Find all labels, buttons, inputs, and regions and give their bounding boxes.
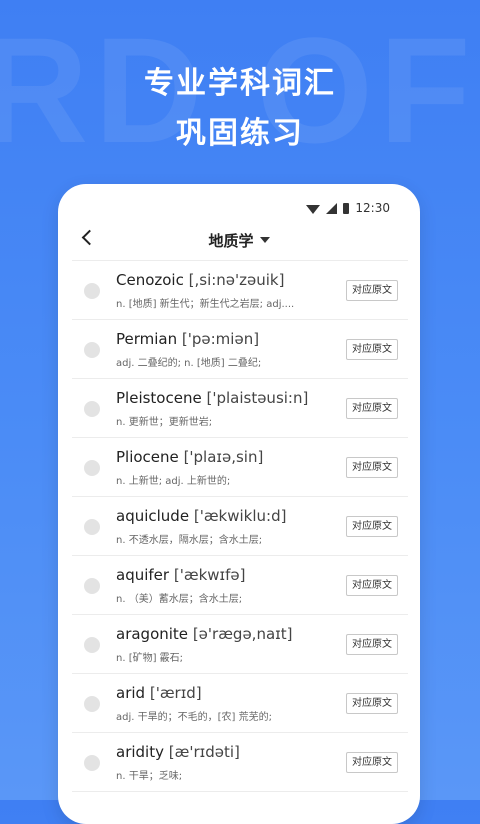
word-term: Permian <box>116 330 178 348</box>
word-definition: adj. 二叠纪的; n. [地质] 二叠纪; <box>116 358 262 369</box>
select-radio[interactable] <box>84 696 100 712</box>
word-phonetic: [æ'rɪdəti] <box>168 743 240 761</box>
view-original-button[interactable]: 对应原文 <box>346 693 398 714</box>
caret-down-icon <box>259 237 270 243</box>
word-row[interactable]: Cenozoic [,si:nə'zəuik] n. [地质] 新生代；新生代之… <box>72 261 408 320</box>
view-original-button[interactable]: 对应原文 <box>346 575 398 596</box>
subject-selector[interactable]: 地质学 <box>58 230 420 251</box>
word-phonetic: ['pə:miən] <box>181 330 260 348</box>
word-row[interactable]: arid ['ærɪd] adj. 干旱的；不毛的，[农] 荒芜的; 对应原文 <box>72 674 408 733</box>
phone-frame: 12:30 地质学 Cenozoic [,si:nə'zəuik] n. [地质… <box>58 184 420 824</box>
word-row[interactable]: Permian ['pə:miən] adj. 二叠纪的; n. [地质] 二叠… <box>72 320 408 379</box>
select-radio[interactable] <box>84 342 100 358</box>
word-phonetic: ['plaistəusi:n] <box>206 389 309 407</box>
select-radio[interactable] <box>84 578 100 594</box>
word-definition: n. [地质] 新生代；新生代之岩层; adj.... <box>116 299 295 310</box>
word-row[interactable]: Pliocene ['plaɪə,sin] n. 上新世; adj. 上新世的;… <box>72 438 408 497</box>
word-definition: n. [矿物] 霰石; <box>116 653 184 664</box>
word-term: Cenozoic <box>116 271 184 289</box>
view-original-button[interactable]: 对应原文 <box>346 634 398 655</box>
battery-icon <box>343 202 350 214</box>
select-radio[interactable] <box>84 460 100 476</box>
word-phonetic: ['ækwɪfə] <box>173 566 246 584</box>
word-term: aragonite <box>116 625 189 643</box>
word-row[interactable]: Pleistocene ['plaistəusi:n] n. 更新世；更新世岩;… <box>72 379 408 438</box>
view-original-button[interactable]: 对应原文 <box>346 280 398 301</box>
word-term: Pleistocene <box>116 389 202 407</box>
word-term: Pliocene <box>116 448 179 466</box>
word-phonetic: ['ærɪd] <box>149 684 202 702</box>
view-original-button[interactable]: 对应原文 <box>346 752 398 773</box>
status-bar: 12:30 <box>58 184 420 230</box>
page-title: 地质学 <box>208 232 254 250</box>
promo-headline: 专业学科词汇 <box>144 66 336 101</box>
select-radio[interactable] <box>84 755 100 771</box>
word-term: aridity <box>116 743 164 761</box>
word-definition: n. 上新世; adj. 上新世的; <box>116 476 231 487</box>
view-original-button[interactable]: 对应原文 <box>346 339 398 360</box>
word-definition: adj. 干旱的；不毛的，[农] 荒芜的; <box>116 712 272 723</box>
word-phonetic: ['ækwiklu:d] <box>193 507 287 525</box>
wifi-icon <box>306 204 321 214</box>
word-term: arid <box>116 684 146 702</box>
select-radio[interactable] <box>84 519 100 535</box>
word-row[interactable]: aquifer ['ækwɪfə] n. （美）蓄水层；含水土层; 对应原文 <box>72 556 408 615</box>
word-definition: n. 干旱；乏味; <box>116 771 183 782</box>
word-row[interactable]: aragonite [ə'rægə,naɪt] n. [矿物] 霰石; 对应原文 <box>72 615 408 674</box>
status-time: 12:30 <box>355 201 390 215</box>
word-definition: n. 更新世；更新世岩; <box>116 417 213 428</box>
word-term: aquifer <box>116 566 170 584</box>
word-row[interactable]: aridity [æ'rɪdəti] n. 干旱；乏味; 对应原文 <box>72 733 408 792</box>
signal-icon <box>326 202 338 214</box>
word-term: aquiclude <box>116 507 190 525</box>
promo-subheadline: 巩固练习 <box>176 116 304 151</box>
top-navbar: 地质学 <box>58 226 420 256</box>
word-phonetic: [ə'rægə,naɪt] <box>192 625 293 643</box>
word-definition: n. 不透水层，隔水层；含水土层; <box>116 535 263 546</box>
word-list: Cenozoic [,si:nə'zəuik] n. [地质] 新生代；新生代之… <box>72 260 408 792</box>
word-row[interactable]: aquiclude ['ækwiklu:d] n. 不透水层，隔水层；含水土层;… <box>72 497 408 556</box>
select-radio[interactable] <box>84 283 100 299</box>
select-radio[interactable] <box>84 401 100 417</box>
word-phonetic: ['plaɪə,sin] <box>183 448 264 466</box>
view-original-button[interactable]: 对应原文 <box>346 457 398 478</box>
word-definition: n. （美）蓄水层；含水土层; <box>116 594 243 605</box>
status-icons: 12:30 <box>306 201 390 215</box>
view-original-button[interactable]: 对应原文 <box>346 398 398 419</box>
word-phonetic: [,si:nə'zəuik] <box>188 271 285 289</box>
select-radio[interactable] <box>84 637 100 653</box>
view-original-button[interactable]: 对应原文 <box>346 516 398 537</box>
